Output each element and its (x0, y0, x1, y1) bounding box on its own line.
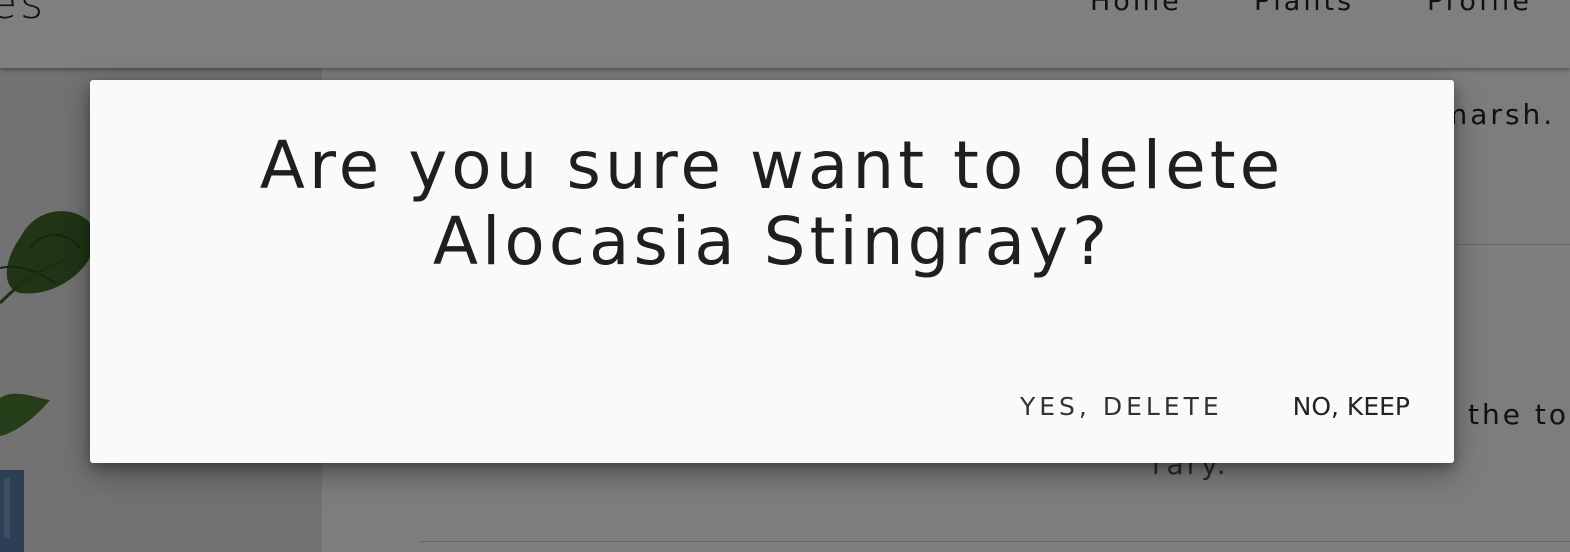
dialog-actions: YES, DELETE NO, KEEP (1020, 392, 1410, 421)
page: es Home Plants Profile marsh. the to rar… (0, 0, 1570, 552)
dialog-title: Are you sure want to delete Alocasia Sti… (150, 128, 1394, 280)
dialog-title-line-1: Are you sure want to delete (259, 127, 1285, 204)
delete-confirmation-dialog: Are you sure want to delete Alocasia Sti… (90, 80, 1454, 463)
dialog-title-line-2: Alocasia Stingray? (432, 203, 1112, 280)
confirm-delete-button[interactable]: YES, DELETE (1020, 392, 1223, 421)
cancel-keep-button[interactable]: NO, KEEP (1293, 392, 1410, 421)
